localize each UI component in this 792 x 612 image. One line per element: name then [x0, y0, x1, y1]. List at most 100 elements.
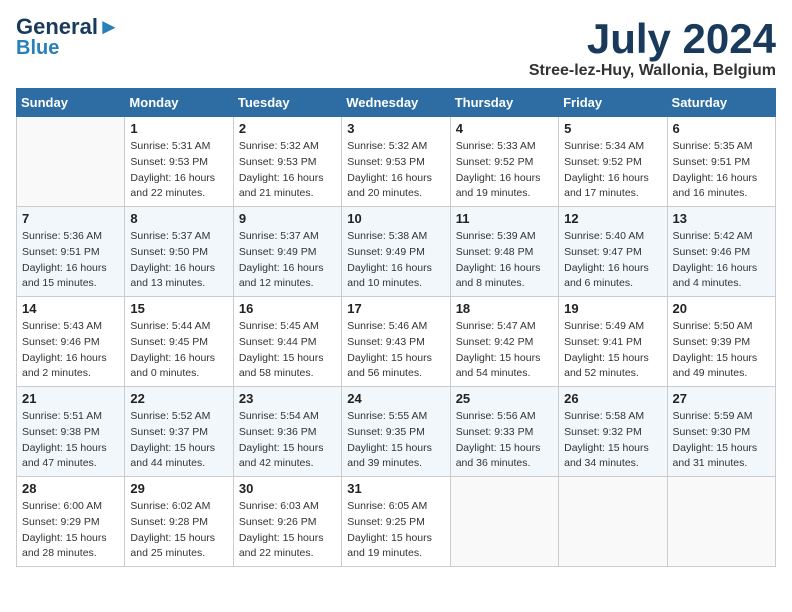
day-info: Sunrise: 5:49 AMSunset: 9:41 PMDaylight:…	[564, 319, 661, 382]
day-info: Sunrise: 5:36 AMSunset: 9:51 PMDaylight:…	[22, 229, 119, 292]
day-number: 22	[130, 391, 227, 406]
day-info: Sunrise: 5:54 AMSunset: 9:36 PMDaylight:…	[239, 409, 336, 472]
day-number: 6	[673, 121, 770, 136]
calendar-week-4: 21 Sunrise: 5:51 AMSunset: 9:38 PMDayligh…	[17, 387, 776, 477]
day-info: Sunrise: 5:40 AMSunset: 9:47 PMDaylight:…	[564, 229, 661, 292]
day-info: Sunrise: 5:51 AMSunset: 9:38 PMDaylight:…	[22, 409, 119, 472]
day-number: 2	[239, 121, 336, 136]
day-info: Sunrise: 5:39 AMSunset: 9:48 PMDaylight:…	[456, 229, 553, 292]
header-day-tuesday: Tuesday	[233, 89, 341, 117]
calendar-cell: 23 Sunrise: 5:54 AMSunset: 9:36 PMDayligh…	[233, 387, 341, 477]
day-number: 20	[673, 301, 770, 316]
calendar-cell: 8 Sunrise: 5:37 AMSunset: 9:50 PMDaylight…	[125, 207, 233, 297]
calendar-cell: 28 Sunrise: 6:00 AMSunset: 9:29 PMDayligh…	[17, 477, 125, 567]
day-info: Sunrise: 5:42 AMSunset: 9:46 PMDaylight:…	[673, 229, 770, 292]
header-day-sunday: Sunday	[17, 89, 125, 117]
calendar-cell: 11 Sunrise: 5:39 AMSunset: 9:48 PMDayligh…	[450, 207, 558, 297]
calendar-cell	[17, 117, 125, 207]
day-number: 7	[22, 211, 119, 226]
calendar-cell: 15Sunrise: 5:44 AMSunset: 9:45 PMDayligh…	[125, 297, 233, 387]
day-number: 29	[130, 481, 227, 496]
calendar-cell: 6Sunrise: 5:35 AMSunset: 9:51 PMDaylight…	[667, 117, 775, 207]
day-info: Sunrise: 5:37 AMSunset: 9:49 PMDaylight:…	[239, 229, 336, 292]
day-number: 31	[347, 481, 444, 496]
calendar-cell: 14Sunrise: 5:43 AMSunset: 9:46 PMDayligh…	[17, 297, 125, 387]
day-info: Sunrise: 6:03 AMSunset: 9:26 PMDaylight:…	[239, 499, 336, 562]
calendar-cell: 18 Sunrise: 5:47 AMSunset: 9:42 PMDayligh…	[450, 297, 558, 387]
calendar-cell: 20 Sunrise: 5:50 AMSunset: 9:39 PMDayligh…	[667, 297, 775, 387]
day-number: 15	[130, 301, 227, 316]
day-number: 18	[456, 301, 553, 316]
day-info: Sunrise: 5:47 AMSunset: 9:42 PMDaylight:…	[456, 319, 553, 382]
day-number: 25	[456, 391, 553, 406]
calendar-week-3: 14Sunrise: 5:43 AMSunset: 9:46 PMDayligh…	[17, 297, 776, 387]
day-info: Sunrise: 5:45 AMSunset: 9:44 PMDaylight:…	[239, 319, 336, 382]
calendar-cell: 7 Sunrise: 5:36 AMSunset: 9:51 PMDaylight…	[17, 207, 125, 297]
calendar-cell: 19 Sunrise: 5:49 AMSunset: 9:41 PMDayligh…	[559, 297, 667, 387]
day-number: 26	[564, 391, 661, 406]
header-day-saturday: Saturday	[667, 89, 775, 117]
calendar-table: SundayMondayTuesdayWednesdayThursdayFrid…	[16, 88, 776, 567]
day-number: 16	[239, 301, 336, 316]
calendar-cell: 9 Sunrise: 5:37 AMSunset: 9:49 PMDaylight…	[233, 207, 341, 297]
calendar-cell: 10Sunrise: 5:38 AMSunset: 9:49 PMDayligh…	[342, 207, 450, 297]
calendar-cell: 22Sunrise: 5:52 AMSunset: 9:37 PMDayligh…	[125, 387, 233, 477]
day-number: 27	[673, 391, 770, 406]
day-number: 11	[456, 211, 553, 226]
calendar-cell: 30 Sunrise: 6:03 AMSunset: 9:26 PMDayligh…	[233, 477, 341, 567]
day-number: 5	[564, 121, 661, 136]
header-day-thursday: Thursday	[450, 89, 558, 117]
day-info: Sunrise: 5:50 AMSunset: 9:39 PMDaylight:…	[673, 319, 770, 382]
calendar-cell: 5Sunrise: 5:34 AMSunset: 9:52 PMDaylight…	[559, 117, 667, 207]
day-number: 4	[456, 121, 553, 136]
day-info: Sunrise: 5:32 AMSunset: 9:53 PMDaylight:…	[239, 139, 336, 202]
logo: General► Blue	[16, 16, 120, 58]
day-number: 8	[130, 211, 227, 226]
calendar-cell: 27 Sunrise: 5:59 AMSunset: 9:30 PMDayligh…	[667, 387, 775, 477]
header-day-monday: Monday	[125, 89, 233, 117]
calendar-cell: 21 Sunrise: 5:51 AMSunset: 9:38 PMDayligh…	[17, 387, 125, 477]
calendar-cell	[667, 477, 775, 567]
day-number: 17	[347, 301, 444, 316]
calendar-cell: 25 Sunrise: 5:56 AMSunset: 9:33 PMDayligh…	[450, 387, 558, 477]
calendar-header-row: SundayMondayTuesdayWednesdayThursdayFrid…	[17, 89, 776, 117]
logo-text: General►	[16, 16, 120, 38]
day-info: Sunrise: 5:56 AMSunset: 9:33 PMDaylight:…	[456, 409, 553, 472]
title-block: July 2024 Stree-lez-Huy, Wallonia, Belgi…	[529, 16, 776, 80]
header-day-wednesday: Wednesday	[342, 89, 450, 117]
day-number: 28	[22, 481, 119, 496]
calendar-week-2: 7 Sunrise: 5:36 AMSunset: 9:51 PMDaylight…	[17, 207, 776, 297]
day-number: 9	[239, 211, 336, 226]
day-number: 24	[347, 391, 444, 406]
day-number: 23	[239, 391, 336, 406]
calendar-cell: 24Sunrise: 5:55 AMSunset: 9:35 PMDayligh…	[342, 387, 450, 477]
day-number: 21	[22, 391, 119, 406]
calendar-cell: 29Sunrise: 6:02 AMSunset: 9:28 PMDayligh…	[125, 477, 233, 567]
day-number: 3	[347, 121, 444, 136]
logo-blue: Blue	[16, 38, 59, 58]
day-info: Sunrise: 5:59 AMSunset: 9:30 PMDaylight:…	[673, 409, 770, 472]
calendar-cell: 31 Sunrise: 6:05 AMSunset: 9:25 PMDayligh…	[342, 477, 450, 567]
day-info: Sunrise: 5:32 AMSunset: 9:53 PMDaylight:…	[347, 139, 444, 202]
day-info: Sunrise: 6:00 AMSunset: 9:29 PMDaylight:…	[22, 499, 119, 562]
day-number: 1	[130, 121, 227, 136]
day-number: 12	[564, 211, 661, 226]
day-info: Sunrise: 5:31 AMSunset: 9:53 PMDaylight:…	[130, 139, 227, 202]
calendar-cell: 17 Sunrise: 5:46 AMSunset: 9:43 PMDayligh…	[342, 297, 450, 387]
day-info: Sunrise: 5:43 AMSunset: 9:46 PMDaylight:…	[22, 319, 119, 382]
day-info: Sunrise: 5:38 AMSunset: 9:49 PMDaylight:…	[347, 229, 444, 292]
day-info: Sunrise: 5:33 AMSunset: 9:52 PMDaylight:…	[456, 139, 553, 202]
day-number: 30	[239, 481, 336, 496]
calendar-week-5: 28 Sunrise: 6:00 AMSunset: 9:29 PMDayligh…	[17, 477, 776, 567]
month-title: July 2024	[529, 16, 776, 62]
location-title: Stree-lez-Huy, Wallonia, Belgium	[529, 62, 776, 80]
day-number: 13	[673, 211, 770, 226]
day-number: 19	[564, 301, 661, 316]
page-header: General► Blue July 2024 Stree-lez-Huy, W…	[16, 16, 776, 80]
day-info: Sunrise: 5:46 AMSunset: 9:43 PMDaylight:…	[347, 319, 444, 382]
calendar-cell: 16 Sunrise: 5:45 AMSunset: 9:44 PMDayligh…	[233, 297, 341, 387]
calendar-cell	[559, 477, 667, 567]
day-info: Sunrise: 5:37 AMSunset: 9:50 PMDaylight:…	[130, 229, 227, 292]
calendar-cell: 3 Sunrise: 5:32 AMSunset: 9:53 PMDaylight…	[342, 117, 450, 207]
day-info: Sunrise: 6:05 AMSunset: 9:25 PMDaylight:…	[347, 499, 444, 562]
